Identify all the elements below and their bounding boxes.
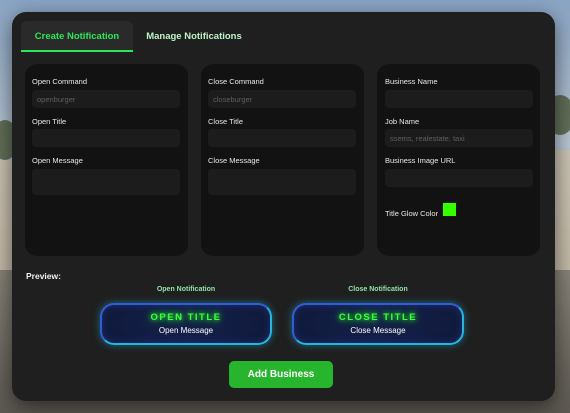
close-message-input[interactable] [208,169,356,195]
background-building [555,150,570,270]
job-name-label: Job Name [385,117,420,126]
open-title-label: Open Title [32,117,67,126]
job-name-input[interactable] [385,129,533,147]
tab-create-notification[interactable]: Create Notification [21,21,133,52]
open-command-input[interactable] [32,90,180,108]
business-name-input[interactable] [385,90,533,108]
open-message-preview: Open Message [158,326,214,335]
open-message-input[interactable] [32,169,180,195]
business-image-url-input[interactable] [385,169,533,187]
business-image-url-label: Business Image URL [385,156,456,165]
tab-manage-notifications[interactable]: Manage Notifications [138,21,250,52]
close-message-label: Close Message [208,156,260,165]
close-notification-preview: CLOSE TITLE Close Message [292,303,464,345]
open-command-label: Open Command [32,77,88,86]
business-name-label: Business Name [385,77,438,86]
add-business-button[interactable]: Add Business [229,361,333,388]
close-notification-heading: Close Notification [348,286,408,293]
open-notification-preview: OPEN TITLE Open Message [100,303,272,345]
title-glow-color-label: Title Glow Color [385,209,439,218]
close-command-input[interactable] [208,90,356,108]
open-notification-heading: Open Notification [156,286,216,293]
close-command-label: Close Command [208,77,264,86]
open-message-label: Open Message [32,156,83,165]
title-glow-color-picker[interactable] [442,202,457,217]
preview-label: Preview: [26,271,61,281]
open-title-input[interactable] [32,129,180,147]
close-title-label: Close Title [208,117,244,126]
open-title-preview: OPEN TITLE [150,312,222,323]
close-title-preview: CLOSE TITLE [338,312,418,323]
close-message-preview: Close Message [350,326,406,335]
close-title-input[interactable] [208,129,356,147]
